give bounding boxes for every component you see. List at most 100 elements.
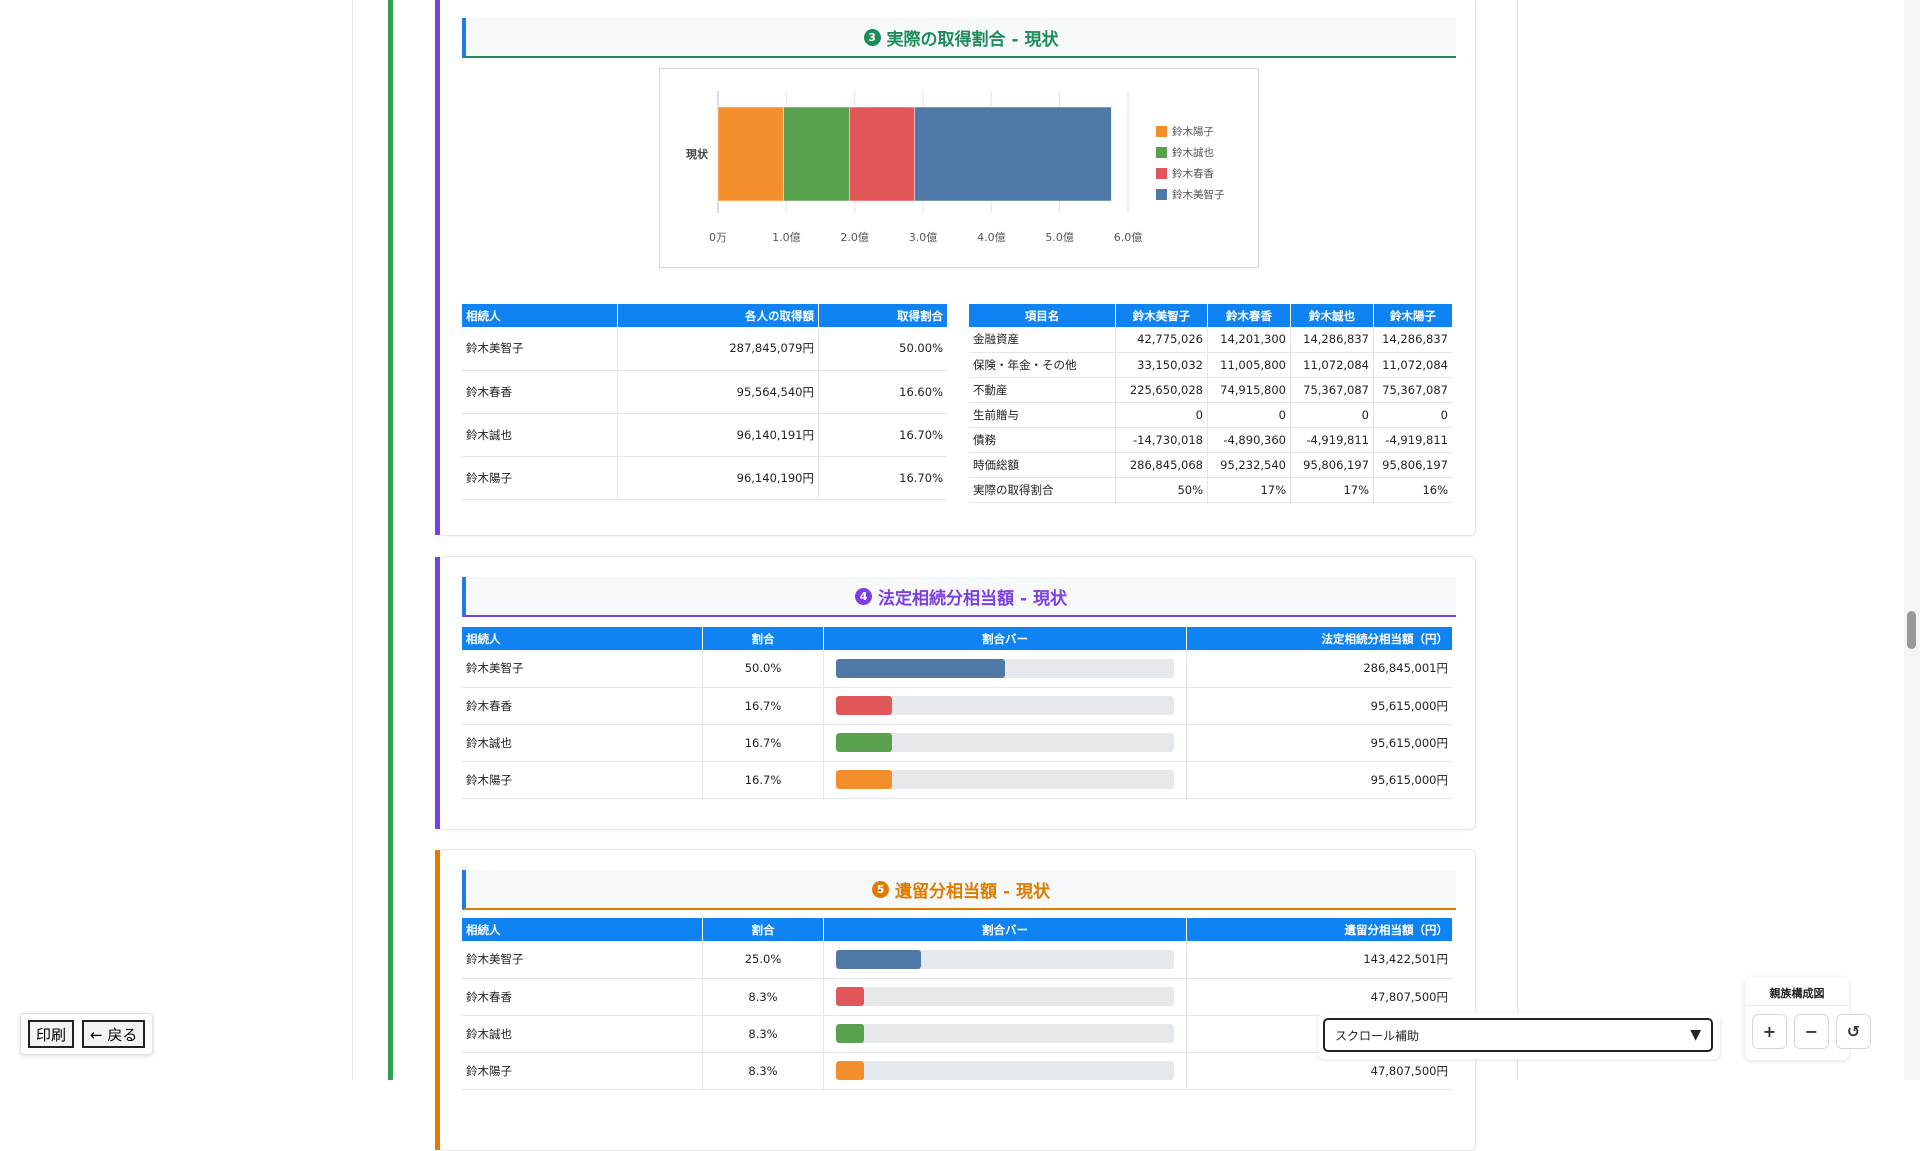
share-percent: 16.7% <box>702 687 824 725</box>
section-accent <box>435 0 440 535</box>
table-cell: 95,564,540円 <box>617 370 819 414</box>
print-button[interactable]: 印刷 <box>28 1020 75 1048</box>
table-cell: -14,730,018 <box>1115 427 1208 453</box>
table-cell: 14,286,837 <box>1290 327 1374 353</box>
stacked-bar-chart: 0万 1.0億 2.0億 3.0億 4.0億 5.0億 6.0億 現状 鈴木陽子 鈴木誠也 鈴木春香… <box>659 68 1259 268</box>
table-row: 時価総額 286,845,068 95,232,540 95,806,197 95,80… <box>969 452 1452 478</box>
share-percent: 16.7% <box>702 761 824 799</box>
table-header: 鈴木春香 <box>1207 304 1291 327</box>
table-cell: 0 <box>1290 402 1374 428</box>
scrollbar-thumb[interactable] <box>1907 611 1916 649</box>
table-header: 遺留分相当額（円） <box>1186 918 1452 941</box>
x-tick-label: 0万 <box>709 231 727 244</box>
table-cell: 16.70% <box>818 456 947 500</box>
scrollbar-track[interactable] <box>1904 0 1920 1080</box>
section-accent <box>435 850 440 1150</box>
share-bar-track <box>836 1061 1174 1080</box>
table-row: 鈴木誠也 16.7% 95,615,000円 <box>462 724 1452 762</box>
share-amount: 95,615,000円 <box>1186 761 1452 799</box>
table-row: 保険・年金・その他 33,150,032 11,005,800 11,072,084 1… <box>969 352 1452 378</box>
table-cell: 時価総額 <box>969 452 1116 478</box>
bar-segment <box>849 106 915 202</box>
share-bar-track <box>836 1024 1174 1043</box>
table-header: 相続人 <box>462 304 618 327</box>
table-cell: 0 <box>1373 402 1452 428</box>
asset-breakdown-table: 項目名 鈴木美智子 鈴木春香 鈴木誠也 鈴木陽子 金融資産 42,775,026 1… <box>969 304 1452 503</box>
table-row: 鈴木陽子 96,140,190円 16.70% <box>462 456 947 500</box>
table-row: 鈴木誠也 96,140,191円 16.70% <box>462 413 947 457</box>
back-button[interactable]: ← 戻る <box>82 1020 146 1048</box>
table-row: 鈴木春香 16.7% 95,615,000円 <box>462 687 1452 725</box>
heir-name: 鈴木美智子 <box>462 941 703 979</box>
scroll-assist-select[interactable]: スクロール補助 ▼ <box>1323 1018 1713 1052</box>
share-bar-fill <box>836 658 1005 678</box>
zoom-in-button[interactable]: + <box>1752 1014 1787 1049</box>
share-bar-cell <box>823 687 1187 725</box>
table-header: 鈴木美智子 <box>1115 304 1208 327</box>
section-actual-acquisition: 3 実際の取得割合 - 現状 0万 1.0億 2.0億 3.0億 4.0億 5.0億 6.0… <box>435 0 1476 536</box>
table-cell: 14,286,837 <box>1373 327 1452 353</box>
section-reserved-share: 5 遺留分相当額 - 現状 相続人 割合 割合バー 遺留分相当額（円） 鈴木美智… <box>435 849 1476 1151</box>
table-row: 鈴木陽子 8.3% 47,807,500円 <box>462 1052 1452 1090</box>
table-cell: 96,140,191円 <box>617 413 819 457</box>
table-header: 鈴木誠也 <box>1290 304 1374 327</box>
table-cell: 生前贈与 <box>969 402 1116 428</box>
legend-label: 鈴木春香 <box>1172 167 1214 180</box>
table-cell: -4,919,811 <box>1290 427 1374 453</box>
share-percent: 16.7% <box>702 724 824 762</box>
bar-segment <box>914 106 1112 202</box>
legend-label: 鈴木誠也 <box>1172 146 1214 159</box>
reset-icon[interactable]: ↺ <box>1836 1014 1871 1049</box>
table-cell: 95,806,197 <box>1373 452 1452 478</box>
table-row: 鈴木誠也 8.3% <box>462 1015 1452 1053</box>
legend-label: 鈴木美智子 <box>1172 188 1225 201</box>
table-row: 生前贈与 0 0 0 0 <box>969 402 1452 428</box>
legend-swatch <box>1156 189 1167 200</box>
table-row: 鈴木美智子 50.0% 286,845,001円 <box>462 650 1452 688</box>
share-bar-cell <box>823 761 1187 799</box>
share-bar-cell <box>823 1015 1187 1053</box>
share-percent: 8.3% <box>702 978 824 1016</box>
table-cell: 33,150,032 <box>1115 352 1208 378</box>
share-percent: 25.0% <box>702 941 824 979</box>
share-bar-fill <box>836 949 921 969</box>
legend-swatch <box>1156 147 1167 158</box>
share-percent: 8.3% <box>702 1015 824 1053</box>
table-header: 鈴木陽子 <box>1373 304 1452 327</box>
table-cell: 不動産 <box>969 377 1116 403</box>
table-cell: 225,650,028 <box>1115 377 1208 403</box>
share-percent: 50.0% <box>702 650 824 688</box>
acquisition-table: 相続人 各人の取得額 取得割合 鈴木美智子 287,845,079円 50.00% 鈴… <box>462 304 947 500</box>
table-header: 各人の取得額 <box>617 304 819 327</box>
share-bar-fill <box>836 696 893 715</box>
section-header: 4 法定相続分相当額 - 現状 <box>462 577 1456 617</box>
table-cell: 鈴木誠也 <box>462 413 618 457</box>
table-row: 金融資産 42,775,026 14,201,300 14,286,837 14,286… <box>969 327 1452 353</box>
legal-share-table: 相続人 割合 割合バー 法定相続分相当額（円） 鈴木美智子 50.0% 286,84… <box>462 627 1452 799</box>
table-row: 鈴木春香 95,564,540円 16.60% <box>462 370 947 414</box>
share-amount: 95,615,000円 <box>1186 687 1452 725</box>
table-cell: -4,890,360 <box>1207 427 1291 453</box>
share-bar-track <box>836 770 1174 789</box>
section-title: 実際の取得割合 - 現状 <box>886 29 1059 50</box>
table-cell: 75,367,087 <box>1290 377 1374 403</box>
heir-name: 鈴木春香 <box>462 687 703 725</box>
table-cell: 保険・年金・その他 <box>969 352 1116 378</box>
table-cell: 17% <box>1207 477 1291 503</box>
section-number-badge: 3 <box>863 28 881 46</box>
table-header: 割合バー <box>823 918 1187 941</box>
table-cell: 287,845,079円 <box>617 327 819 371</box>
share-bar-track <box>836 658 1174 678</box>
x-tick-label: 6.0億 <box>1114 231 1143 244</box>
share-bar-track <box>836 949 1174 969</box>
section-header: 5 遺留分相当額 - 現状 <box>462 870 1456 910</box>
table-cell: 0 <box>1207 402 1291 428</box>
x-tick-label: 1.0億 <box>772 231 801 244</box>
share-bar-fill <box>836 770 893 789</box>
table-header: 法定相続分相当額（円） <box>1186 627 1452 650</box>
heir-name: 鈴木美智子 <box>462 650 703 688</box>
heir-name: 鈴木陽子 <box>462 1052 703 1090</box>
zoom-out-button[interactable]: − <box>1794 1014 1829 1049</box>
table-cell: -4,919,811 <box>1373 427 1452 453</box>
table-cell: 14,201,300 <box>1207 327 1291 353</box>
